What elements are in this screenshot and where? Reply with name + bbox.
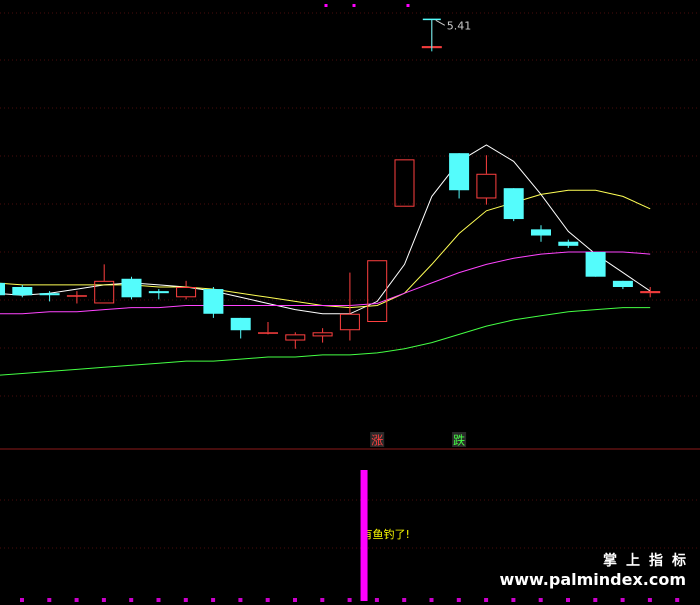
baseline-dot bbox=[374, 598, 379, 602]
baseline-dot bbox=[74, 598, 79, 602]
baseline-dot bbox=[647, 598, 652, 602]
ma-line bbox=[0, 144, 651, 315]
baseline-dot bbox=[238, 598, 243, 602]
baseline-dot bbox=[211, 598, 216, 602]
candle-body bbox=[258, 332, 278, 334]
candle-body bbox=[394, 159, 415, 207]
baseline-dot bbox=[675, 598, 680, 602]
candle-body bbox=[285, 334, 306, 341]
candle-body bbox=[66, 295, 87, 297]
candle-body bbox=[39, 293, 60, 296]
indicator-signal-label: 有鱼钓了! bbox=[362, 527, 410, 541]
baseline-dot bbox=[47, 598, 52, 602]
candle-body bbox=[640, 291, 661, 294]
candle-body bbox=[203, 289, 224, 314]
candle-body bbox=[449, 153, 470, 191]
ma-line bbox=[0, 251, 651, 315]
baseline-dot bbox=[511, 598, 516, 602]
signal-text: 涨 bbox=[371, 433, 383, 448]
candle-body bbox=[121, 278, 142, 298]
baseline-dot bbox=[429, 598, 434, 602]
baseline-dot bbox=[484, 598, 489, 602]
baseline-dot bbox=[156, 598, 161, 602]
candle-body bbox=[0, 282, 5, 296]
chart-annotations: 5.41 bbox=[324, 4, 472, 52]
candle-body bbox=[230, 317, 251, 331]
edge-dot bbox=[352, 4, 356, 7]
ma-line bbox=[0, 307, 651, 376]
candlesticks bbox=[0, 19, 661, 349]
stock-chart: 5.41 涨跌 有鱼钓了! bbox=[0, 4, 700, 602]
baseline-dot bbox=[129, 598, 134, 602]
baseline-dot bbox=[566, 598, 570, 602]
candle-body bbox=[531, 229, 551, 236]
baseline-dot bbox=[456, 598, 461, 602]
candle-body bbox=[503, 188, 524, 220]
candle-body bbox=[312, 332, 333, 337]
baseline-dot bbox=[320, 598, 325, 602]
edge-dot bbox=[324, 4, 328, 7]
baseline-dot bbox=[347, 598, 352, 602]
indicator-bar bbox=[360, 470, 368, 601]
candle-body bbox=[367, 260, 388, 322]
baseline-dot bbox=[538, 598, 543, 602]
watermark-url: www.palmindex.com bbox=[499, 570, 686, 589]
baseline-dot bbox=[183, 598, 188, 602]
edge-dot bbox=[406, 4, 410, 7]
baseline-dot bbox=[265, 598, 270, 602]
candle-body bbox=[558, 241, 579, 246]
baseline-dot bbox=[293, 598, 297, 602]
candle-body bbox=[176, 287, 197, 298]
signal-labels: 涨跌 bbox=[370, 432, 467, 448]
baseline-dot bbox=[593, 598, 598, 602]
candle-body bbox=[12, 287, 33, 296]
candle-body bbox=[612, 280, 633, 287]
high-price-label: 5.41 bbox=[447, 19, 472, 32]
moving-average-lines bbox=[0, 144, 651, 376]
ma-line bbox=[0, 189, 651, 309]
watermark-title: 掌上指标 bbox=[603, 553, 695, 569]
candle-body bbox=[476, 173, 497, 199]
baseline-dot bbox=[402, 598, 407, 602]
signal-text: 跌 bbox=[453, 433, 465, 448]
watermark: 掌上指标 www.palmindex.com bbox=[499, 550, 686, 589]
high-pointer bbox=[435, 19, 446, 26]
baseline-dot bbox=[101, 598, 106, 602]
baseline-dot bbox=[620, 598, 625, 602]
candle-body bbox=[585, 252, 606, 277]
candle-body bbox=[148, 291, 169, 294]
baseline-dot bbox=[20, 598, 24, 602]
candle-body bbox=[339, 313, 360, 331]
